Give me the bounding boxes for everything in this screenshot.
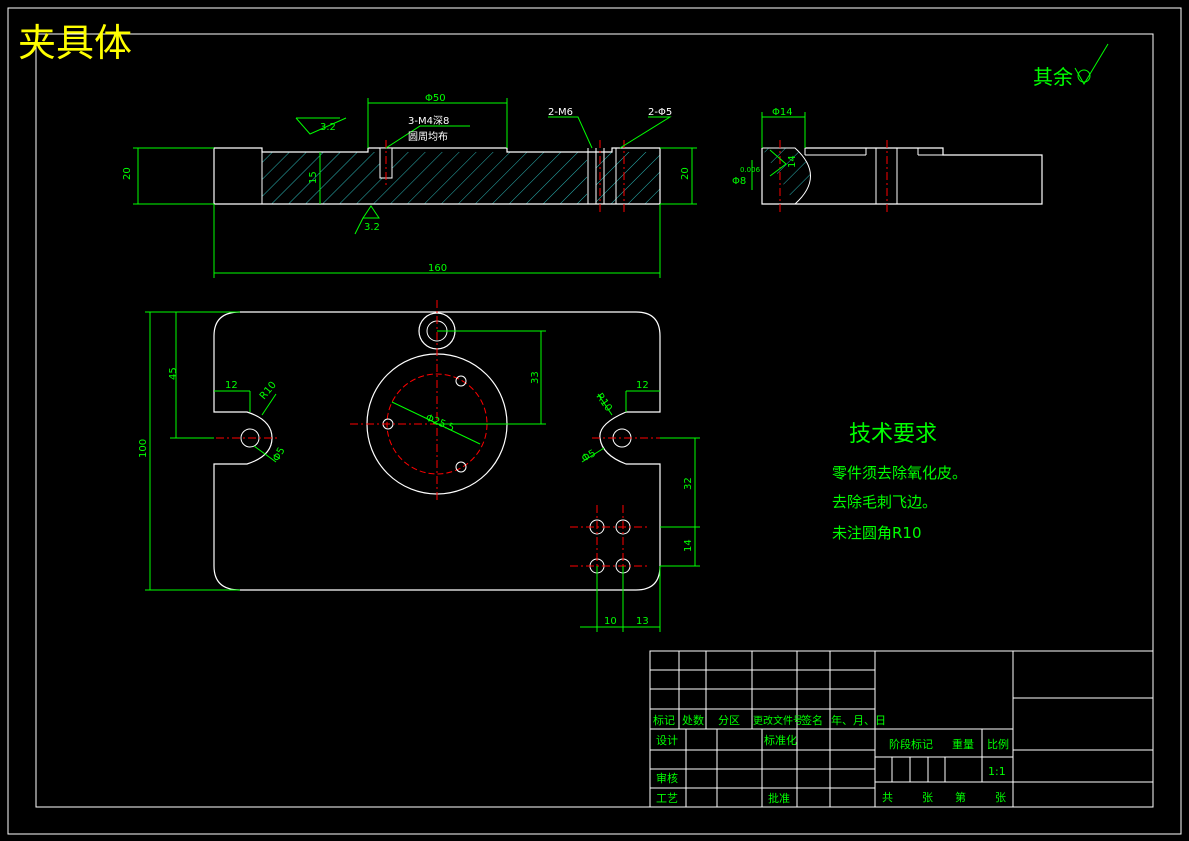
tb-header-change-doc: 更改文件号 <box>753 714 803 727</box>
callout-thread-line2: 圆周均布 <box>408 131 448 143</box>
dim-phi14: Φ14 <box>772 107 793 118</box>
dim-13: 13 <box>636 616 649 627</box>
surface-finish-note: 其余 <box>1033 65 1073 89</box>
dim-45: 45 <box>168 367 179 380</box>
dim-32: 32 <box>683 477 694 490</box>
dim-height-left: 20 <box>122 167 133 180</box>
tb-header-zone: 分区 <box>718 714 740 727</box>
outer-frame <box>7 7 1182 835</box>
dim-14-top: 14 <box>683 539 694 552</box>
tb-page: 第 <box>955 790 966 804</box>
tb-scale: 比例 <box>987 737 1009 751</box>
inner-frame <box>35 33 1154 808</box>
dim-phi8: Φ8 <box>732 176 746 187</box>
callout-2phi5: 2-Φ5 <box>648 107 672 118</box>
dim-12-right: 12 <box>636 380 649 391</box>
callout-2m6: 2-M6 <box>548 107 573 118</box>
dim-height-right: 20 <box>680 167 691 180</box>
title-block <box>649 650 1154 808</box>
tb-page-unit: 张 <box>995 791 1006 804</box>
tb-review: 审核 <box>656 771 678 785</box>
tb-header-count: 处数 <box>682 714 704 727</box>
dim-33: 33 <box>530 371 541 384</box>
tech-req-item-1: 零件须去除氧化皮。 <box>832 464 967 482</box>
drawing-title: 夹具体 <box>18 21 132 65</box>
roughness-symbol <box>1074 43 1109 85</box>
tb-approve: 批准 <box>768 791 790 805</box>
tb-scale-value: 1:1 <box>988 765 1006 778</box>
tb-standardization: 标准化 <box>764 733 797 747</box>
tb-header-mark: 标记 <box>653 713 675 727</box>
dim-100: 100 <box>138 439 149 458</box>
dim-12-left: 12 <box>225 380 238 391</box>
dim-length: 160 <box>428 263 447 274</box>
side-view: Φ14 Φ8 0.006 14 <box>732 107 1043 212</box>
drawing-canvas: 夹具体 其余 Φ50 3-M4深8 圆周均布 2-M6 2-Φ5 3.2 3.2… <box>7 7 1182 835</box>
dim-r10-right: R10 <box>594 391 614 413</box>
callout-thread-line1: 3-M4深8 <box>408 115 449 127</box>
tb-header-date: 年、月、日 <box>831 713 886 727</box>
tech-req-item-2: 去除毛刺飞边。 <box>832 493 937 511</box>
dim-r10-left: R10 <box>258 380 279 402</box>
dim-phi50: Φ50 <box>425 93 446 104</box>
dim-depth: 15 <box>308 171 319 184</box>
tb-weight: 重量 <box>952 737 974 751</box>
tb-sheets: 张 <box>922 791 933 804</box>
roughness-bottom: 3.2 <box>364 222 380 233</box>
tb-design: 设计 <box>656 734 678 747</box>
tech-req-item-3: 未注圆角R10 <box>832 524 922 542</box>
top-view: 45 100 12 R10 Φ5 33 Φ25.5 12 R10 Φ5 32 1… <box>138 300 700 632</box>
drawing-sheet: 夹具体 其余 Φ50 3-M4深8 圆周均布 2-M6 2-Φ5 3.2 3.2… <box>0 0 1189 841</box>
section-hatch-right <box>596 152 660 204</box>
technical-requirements: 技术要求 零件须去除氧化皮。 去除毛刺飞边。 未注圆角R10 <box>832 422 967 542</box>
tb-process: 工艺 <box>656 792 678 805</box>
tech-req-heading: 技术要求 <box>849 422 937 447</box>
tb-stage-mark: 阶段标记 <box>889 737 933 751</box>
dim-phi25: Φ25.5 <box>424 413 456 434</box>
roughness-top: 3.2 <box>320 122 336 133</box>
tb-header-signature: 签名 <box>801 713 823 727</box>
dim-10: 10 <box>604 616 617 627</box>
tb-total: 共 <box>882 791 893 804</box>
front-view: Φ50 3-M4深8 圆周均布 2-M6 2-Φ5 3.2 3.2 20 20 … <box>122 93 697 278</box>
tol-upper: 0.006 <box>740 166 761 174</box>
dim-14-side: 14 <box>787 155 798 168</box>
